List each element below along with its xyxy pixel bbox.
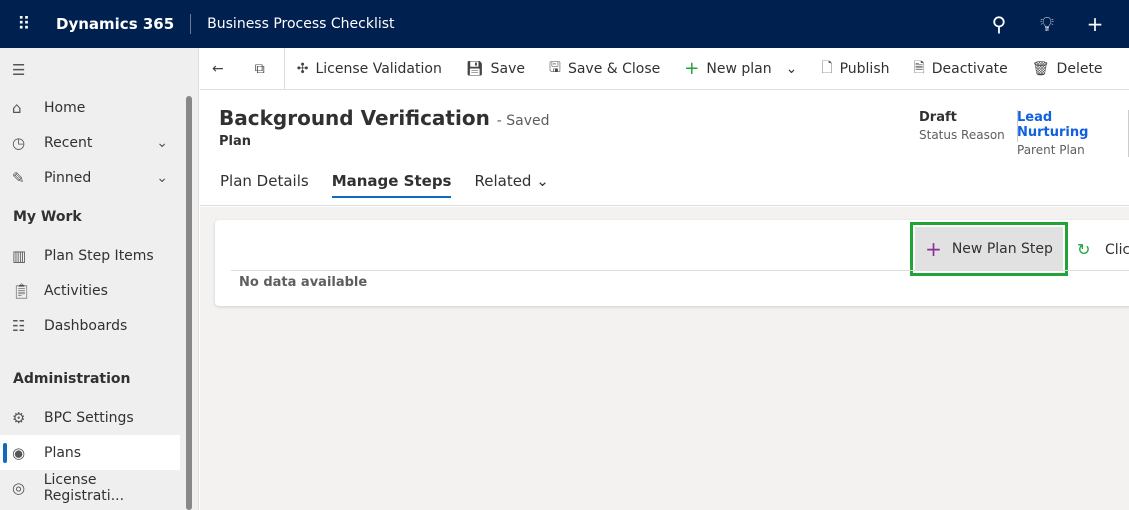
lightbulb-icon[interactable]: 💡︎ <box>1023 12 1071 36</box>
button-label: New plan <box>706 60 772 77</box>
top-bar: ⠿ Dynamics 365 Business Process Checklis… <box>0 0 1129 48</box>
entity-name: Plan <box>219 134 252 149</box>
button-label: Save <box>490 60 525 77</box>
brand[interactable]: Dynamics 365 <box>48 14 192 34</box>
parent-plan-link[interactable]: Lead Nurturing <box>1017 110 1116 140</box>
deactivate-icon: 🗎 <box>913 59 925 76</box>
button-label: License Validation <box>315 60 442 77</box>
sidebar-item-label: Recent <box>44 134 93 151</box>
save-status: - Saved <box>496 113 550 129</box>
page-title: Background Verification - Saved <box>219 106 550 130</box>
plus-icon: + <box>925 237 942 261</box>
new-plan-button[interactable]: + New plan ⌄ <box>672 48 809 90</box>
button-label: Delete <box>1056 60 1103 77</box>
chevron-down-icon: ⌄ <box>536 172 549 190</box>
menu-toggle[interactable]: ☰ <box>0 52 180 87</box>
plus-icon[interactable]: + <box>1071 12 1119 36</box>
sidebar-item-plan-step-items[interactable]: ▥ Plan Step Items <box>0 238 180 273</box>
tab-plan-details[interactable]: Plan Details <box>220 172 309 198</box>
license-icon: ◎ <box>12 478 26 497</box>
section-administration: Administration <box>13 371 131 387</box>
refresh-icon[interactable]: ↻ <box>1077 240 1090 259</box>
deactivate-button[interactable]: 🗎 Deactivate <box>901 48 1019 90</box>
back-arrow-icon: ← <box>212 60 224 77</box>
main-content: + New Plan Step ↻ Clic No data available <box>200 207 1129 510</box>
settings-clipboard-icon: ⚙ <box>12 408 26 427</box>
popout-icon: ⧉ <box>254 60 265 77</box>
waffle-icon[interactable]: ⠿ <box>0 14 48 35</box>
sidebar-item-label: Dashboards <box>44 317 128 334</box>
chevron-down-icon[interactable]: ⌄ <box>156 170 168 186</box>
button-label: Deactivate <box>931 60 1008 77</box>
sidebar-item-bpc-settings[interactable]: ⚙ BPC Settings <box>0 400 180 435</box>
sidebar-item-label: Plans <box>44 444 82 461</box>
delete-button[interactable]: 🗑︎ Delete <box>1020 48 1115 90</box>
save-close-button[interactable]: 🖫 Save & Close <box>537 48 672 90</box>
dashboard-icon: ☷ <box>12 316 26 335</box>
document-icon: 🗋 <box>821 59 833 76</box>
divider <box>231 270 1129 271</box>
tab-related[interactable]: Related ⌄ <box>474 172 548 198</box>
sidebar-item-label: BPC Settings <box>44 409 134 426</box>
more-commands-button[interactable]: ⋮ <box>1115 48 1129 90</box>
chevron-down-icon[interactable]: ⌄ <box>156 135 168 151</box>
steps-icon: ▥ <box>12 246 27 265</box>
clock-icon: ◷ <box>12 133 26 152</box>
section-my-work: My Work <box>13 209 82 225</box>
license-validation-button[interactable]: ✣ License Validation <box>285 48 454 90</box>
search-icon[interactable]: ⚲ <box>975 12 1023 36</box>
sidebar-item-activities[interactable]: 📋︎ Activities <box>0 273 180 308</box>
publish-button[interactable]: 🗋 Publish <box>809 48 901 90</box>
plan-icon: ◉ <box>12 443 26 462</box>
field-status-reason: Draft Status Reason <box>919 110 1018 142</box>
pin-icon: ✎ <box>12 168 25 187</box>
button-label: Publish <box>839 60 890 77</box>
field-value: Draft <box>919 110 957 125</box>
field-label: Status Reason <box>919 128 1005 142</box>
field-parent-plan: Lead Nurturing Parent Plan <box>1017 110 1129 157</box>
clipboard-icon: 📋︎ <box>12 281 32 300</box>
sidebar-item-home[interactable]: ⌂ Home <box>0 90 180 125</box>
chevron-down-icon[interactable]: ⌄ <box>786 61 798 77</box>
tab-label: Related <box>474 172 532 190</box>
sidebar-item-label: Home <box>44 99 86 116</box>
trash-icon: 🗑︎ <box>1031 60 1050 77</box>
save-button[interactable]: 💾︎ Save <box>454 48 537 90</box>
plus-icon: + <box>684 58 700 79</box>
home-icon: ⌂ <box>12 98 22 117</box>
sidebar-item-label: License Registrati... <box>43 471 125 504</box>
back-button[interactable]: ← <box>200 48 243 90</box>
sidebar: ☰ ⌂ Home ◷ Recent ⌄ ✎ Pinned ⌄ My Work ▥ Plan … <box>0 48 199 510</box>
sidebar-item-label: Pinned <box>44 169 92 186</box>
empty-message: No data available <box>239 275 368 290</box>
title-text: Background Verification <box>219 106 490 130</box>
steps-grid: + New Plan Step ↻ Clic No data available <box>215 220 1129 306</box>
field-label: Parent Plan <box>1017 143 1085 157</box>
record-header: Background Verification - Saved Plan Dra… <box>200 90 1129 206</box>
scrollbar[interactable] <box>186 96 192 510</box>
sidebar-item-label: Plan Step Items <box>44 247 154 264</box>
command-bar: ← ⧉ ✣ License Validation 💾︎ Save 🖫 Save & C… <box>200 47 1129 90</box>
new-plan-step-button[interactable]: + New Plan Step <box>910 222 1068 276</box>
button-label: New Plan Step <box>951 241 1053 257</box>
sidebar-item-pinned[interactable]: ✎ Pinned ⌄ <box>0 160 180 195</box>
save-icon: 💾︎ <box>465 60 484 77</box>
sidebar-item-recent[interactable]: ◷ Recent ⌄ <box>0 125 180 160</box>
puzzle-icon: ✣ <box>296 60 309 77</box>
save-close-icon: 🖫 <box>549 59 561 76</box>
sidebar-item-label: Activities <box>44 282 108 299</box>
sidebar-item-plans[interactable]: ◉ Plans <box>0 435 180 470</box>
app-title: Business Process Checklist <box>207 16 395 32</box>
tab-list: Plan Details Manage Steps Related ⌄ <box>220 172 572 198</box>
sidebar-item-license-registration[interactable]: ◎ License Registrati... <box>0 470 180 505</box>
sidebar-item-dashboards[interactable]: ☷ Dashboards <box>0 308 180 343</box>
tab-manage-steps[interactable]: Manage Steps <box>331 172 452 198</box>
button-label: Save & Close <box>567 60 661 77</box>
popout-button[interactable]: ⧉ <box>243 47 285 90</box>
hamburger-icon: ☰ <box>12 60 26 79</box>
refresh-button[interactable]: Clic <box>1105 242 1129 258</box>
